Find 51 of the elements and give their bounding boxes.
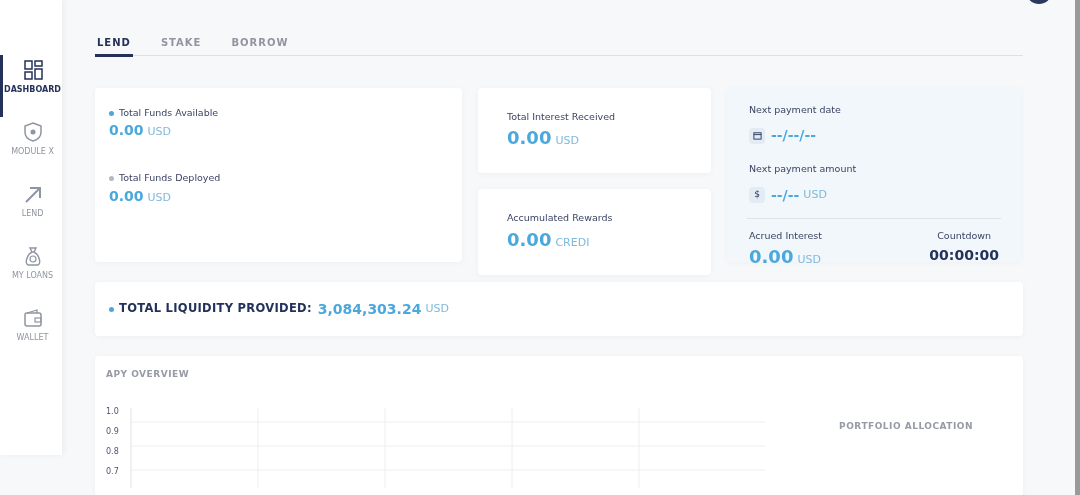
sidebar-label: DASHBOARD	[4, 84, 61, 96]
amount-value: 0.00	[507, 227, 552, 252]
sidebar-label: MY LOANS	[11, 270, 54, 282]
tab[interactable]: BORROW	[229, 32, 291, 57]
calendar-icon	[749, 127, 765, 144]
sidebar-item[interactable]: LEND	[0, 179, 62, 241]
amount-value: --/--	[771, 185, 800, 205]
sidebar-item[interactable]: DASHBOARD	[0, 55, 62, 117]
amount-value: 0.00	[749, 244, 794, 269]
currency-label: USD	[797, 251, 821, 268]
interest-label: Total Interest Received	[507, 110, 617, 124]
wallet-icon	[21, 307, 44, 329]
currency-label: USD	[147, 189, 172, 206]
funds-label: Total Funds Deployed	[119, 171, 221, 186]
countdown-label: Countdown	[936, 228, 993, 243]
date-value: --/--/--	[771, 126, 817, 146]
rewards-label: Accumulated Rewards	[507, 211, 614, 226]
shield-icon	[21, 121, 44, 143]
dollar-icon: $	[749, 187, 765, 203]
currency-label: USD	[425, 300, 449, 317]
currency-label: CREDI	[555, 234, 590, 251]
countdown-value: 00:00:00	[929, 245, 999, 265]
currency-label: USD	[803, 186, 827, 203]
scrollbar[interactable]	[1075, 0, 1080, 495]
axis-tick: 0.9	[106, 427, 120, 436]
bullet-dot	[109, 306, 114, 312]
liquidity-label: TOTAL LIQUIDITY PROVIDED:	[119, 300, 312, 318]
sidebar-label: LEND	[21, 208, 44, 220]
currency-label: USD	[147, 124, 172, 141]
chart-title: APY OVERVIEW	[106, 368, 191, 381]
grid-icon	[21, 59, 44, 81]
amount-value: 0.00	[109, 186, 144, 206]
funds-label: Total Funds Available	[119, 106, 219, 120]
axis-tick: 0.7	[106, 467, 120, 476]
amount-value: 0.00	[109, 121, 144, 141]
sidebar-label: WALLET	[16, 332, 49, 344]
sidebar-item[interactable]: WALLET	[0, 303, 62, 365]
sidebar-item[interactable]: MODULE X	[0, 117, 62, 179]
amount-label: Next payment amount	[749, 162, 858, 177]
liquidity-value: 3,084,303.24	[317, 299, 422, 319]
date-label: Next payment date	[749, 103, 842, 117]
currency-label: USD	[555, 133, 579, 150]
tab[interactable]: STAKE	[158, 32, 204, 57]
axis-tick: 1.0	[106, 407, 120, 416]
chart-title: PORTFOLIO ALLOCATION	[839, 420, 973, 433]
amount-value: 0.00	[507, 126, 552, 151]
tab[interactable]: LEND	[95, 32, 133, 57]
axis-tick: 0.8	[106, 447, 120, 456]
accrued-label: Acrued Interest	[749, 228, 822, 243]
sidebar-item[interactable]: MY LOANS	[0, 241, 62, 303]
sidebar-label: MODULE X	[11, 146, 54, 158]
